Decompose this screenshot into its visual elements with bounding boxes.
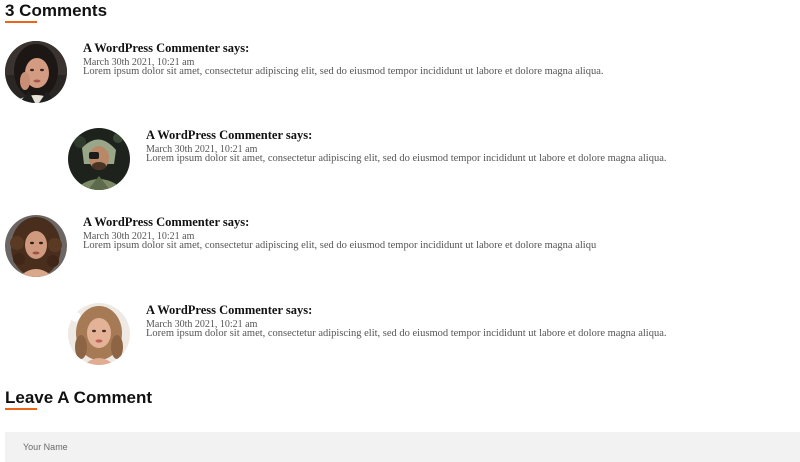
commenter-avatar [5, 41, 67, 103]
leave-comment-title-underline [5, 408, 37, 410]
commenter-avatar [68, 303, 130, 365]
leave-comment-title: Leave A Comment [5, 388, 153, 407]
comment-item: A WordPress Commenter says: March 30th 2… [5, 215, 705, 279]
comment-author: A WordPress Commenter says: [83, 215, 250, 229]
comment-text: Lorem ipsum dolor sit amet, consectetur … [83, 66, 604, 77]
comment-author: A WordPress Commenter says: [83, 41, 250, 55]
comments-title-underline [5, 21, 37, 23]
comment-item: A WordPress Commenter says: March 30th 2… [5, 41, 705, 105]
comments-title: 3 Comments [5, 1, 108, 20]
comment-reply-item: A WordPress Commenter says: March 30th 2… [68, 303, 768, 367]
comment-author: A WordPress Commenter says: [146, 303, 313, 317]
comment-text: Lorem ipsum dolor sit amet, consectetur … [146, 328, 667, 339]
comment-text: Lorem ipsum dolor sit amet, consectetur … [83, 240, 597, 251]
comment-text: Lorem ipsum dolor sit amet, consectetur … [146, 153, 667, 164]
name-input[interactable] [5, 432, 800, 462]
commenter-avatar [5, 215, 67, 277]
commenter-avatar [68, 128, 130, 190]
comment-reply-item: A WordPress Commenter says: March 30th 2… [68, 128, 768, 192]
comment-author: A WordPress Commenter says: [146, 128, 313, 142]
